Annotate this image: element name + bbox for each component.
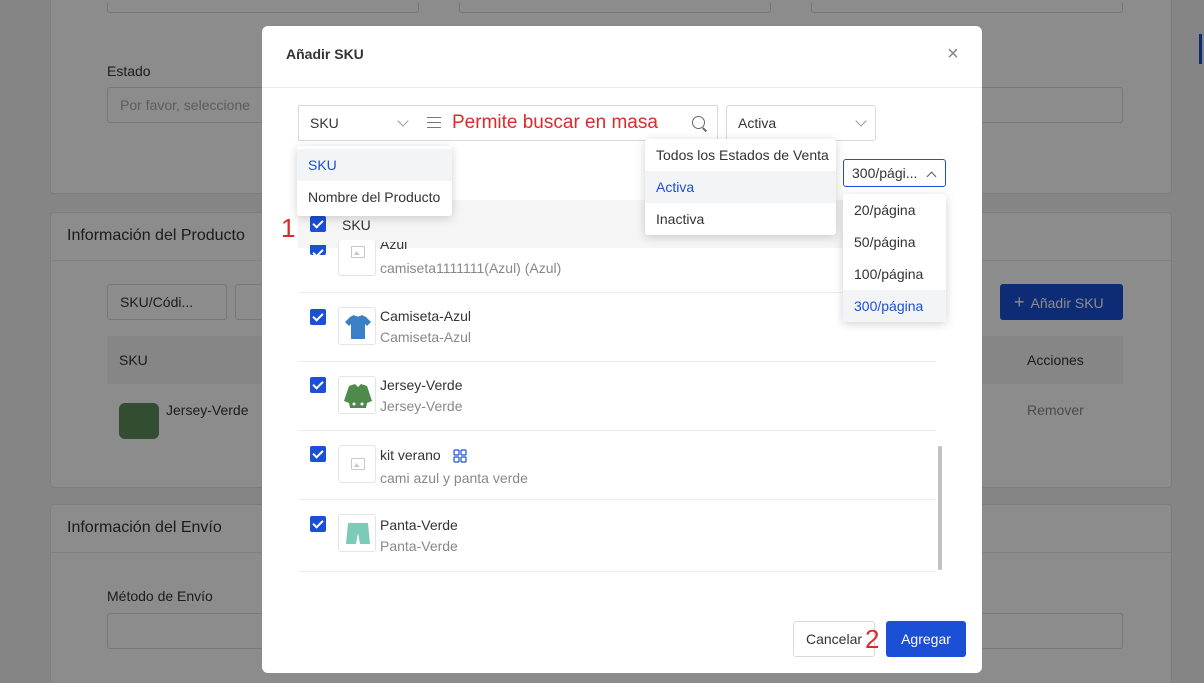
row-name-wrapper: kit verano	[380, 447, 467, 463]
status-option-active[interactable]: Activa	[645, 171, 836, 203]
sku-column-header: SKU	[342, 217, 371, 233]
add-button[interactable]: Agregar	[886, 621, 966, 657]
row-subtitle: camiseta1111111(Azul) (Azul)	[380, 260, 562, 276]
page-size-select[interactable]: 300/pági...	[843, 159, 946, 187]
placeholder-icon	[338, 445, 376, 483]
table-row[interactable]: Jersey-Verde Jersey-Verde	[298, 362, 936, 431]
row-name: Camiseta-Azul	[380, 308, 472, 324]
table-row[interactable]: kit verano cami azul y panta verde	[298, 431, 936, 500]
tshirt-blue-icon	[338, 307, 376, 345]
page-size-option-50[interactable]: 50/página	[843, 226, 946, 258]
cancel-button[interactable]: Cancelar	[793, 621, 875, 657]
search-type-select[interactable]: SKU	[298, 105, 418, 141]
chevron-down-icon	[397, 115, 409, 127]
add-sku-modal: Añadir SKU × SKU Permite buscar en masa …	[262, 26, 982, 673]
annotation-step-2: 2	[865, 624, 880, 654]
search-icon[interactable]	[692, 116, 705, 129]
close-icon[interactable]: ×	[943, 44, 963, 64]
row-checkbox[interactable]	[310, 377, 326, 393]
status-select[interactable]: Activa	[726, 105, 876, 141]
page-size-value: 300/pági...	[852, 165, 918, 181]
annotation-step-1: 1	[281, 213, 296, 243]
row-checkbox[interactable]	[310, 245, 326, 255]
page-size-option-100[interactable]: 100/página	[843, 258, 946, 290]
chevron-up-icon	[926, 171, 937, 182]
status-value: Activa	[738, 115, 777, 131]
row-checkbox[interactable]	[310, 516, 326, 532]
status-dropdown: Todos los Estados de Venta Activa Inacti…	[645, 139, 836, 235]
row-subtitle: Camiseta-Azul	[380, 329, 472, 345]
table-row[interactable]: Camiseta-Azul Camiseta-Azul	[298, 293, 936, 362]
page-size-option-300[interactable]: 300/página	[843, 290, 946, 322]
select-all-checkbox[interactable]	[310, 216, 326, 232]
row-subtitle: Panta-Verde	[380, 538, 458, 554]
row-name: Panta-Verde	[380, 517, 458, 533]
row-subtitle: cami azul y panta verde	[380, 470, 528, 486]
search-type-dropdown: SKU Nombre del Producto	[297, 146, 452, 216]
combo-kit-icon	[452, 449, 467, 463]
row-checkbox[interactable]	[310, 309, 326, 325]
table-scrollbar[interactable]	[938, 446, 942, 570]
jersey-green-icon	[338, 376, 376, 414]
bulk-search-input[interactable]: Permite buscar en masa	[417, 105, 718, 141]
page-size-option-20[interactable]: 20/página	[843, 194, 946, 226]
placeholder-icon	[338, 240, 376, 276]
table-row[interactable]: Azul camiseta1111111(Azul) (Azul)	[298, 240, 936, 293]
row-name: Azul	[380, 242, 408, 252]
search-type-value: SKU	[310, 115, 339, 131]
row-name: Jersey-Verde	[380, 377, 463, 393]
row-checkbox[interactable]	[310, 446, 326, 462]
search-type-option-sku[interactable]: SKU	[297, 149, 452, 181]
status-option-all[interactable]: Todos los Estados de Venta	[645, 139, 836, 171]
shorts-green-icon	[338, 514, 376, 552]
page-size-dropdown: 20/página 50/página 100/página 300/págin…	[843, 194, 946, 322]
modal-divider	[262, 87, 982, 88]
modal-title: Añadir SKU	[286, 46, 364, 62]
row-name: kit verano	[380, 447, 441, 463]
chevron-down-icon	[855, 115, 867, 127]
table-row[interactable]: Panta-Verde Panta-Verde	[298, 500, 936, 572]
row-subtitle: Jersey-Verde	[380, 398, 463, 414]
bulk-search-hint: Permite buscar en masa	[452, 112, 658, 133]
status-option-inactive[interactable]: Inactiva	[645, 203, 836, 235]
list-icon	[427, 117, 441, 129]
search-type-option-product-name[interactable]: Nombre del Producto	[297, 181, 452, 213]
